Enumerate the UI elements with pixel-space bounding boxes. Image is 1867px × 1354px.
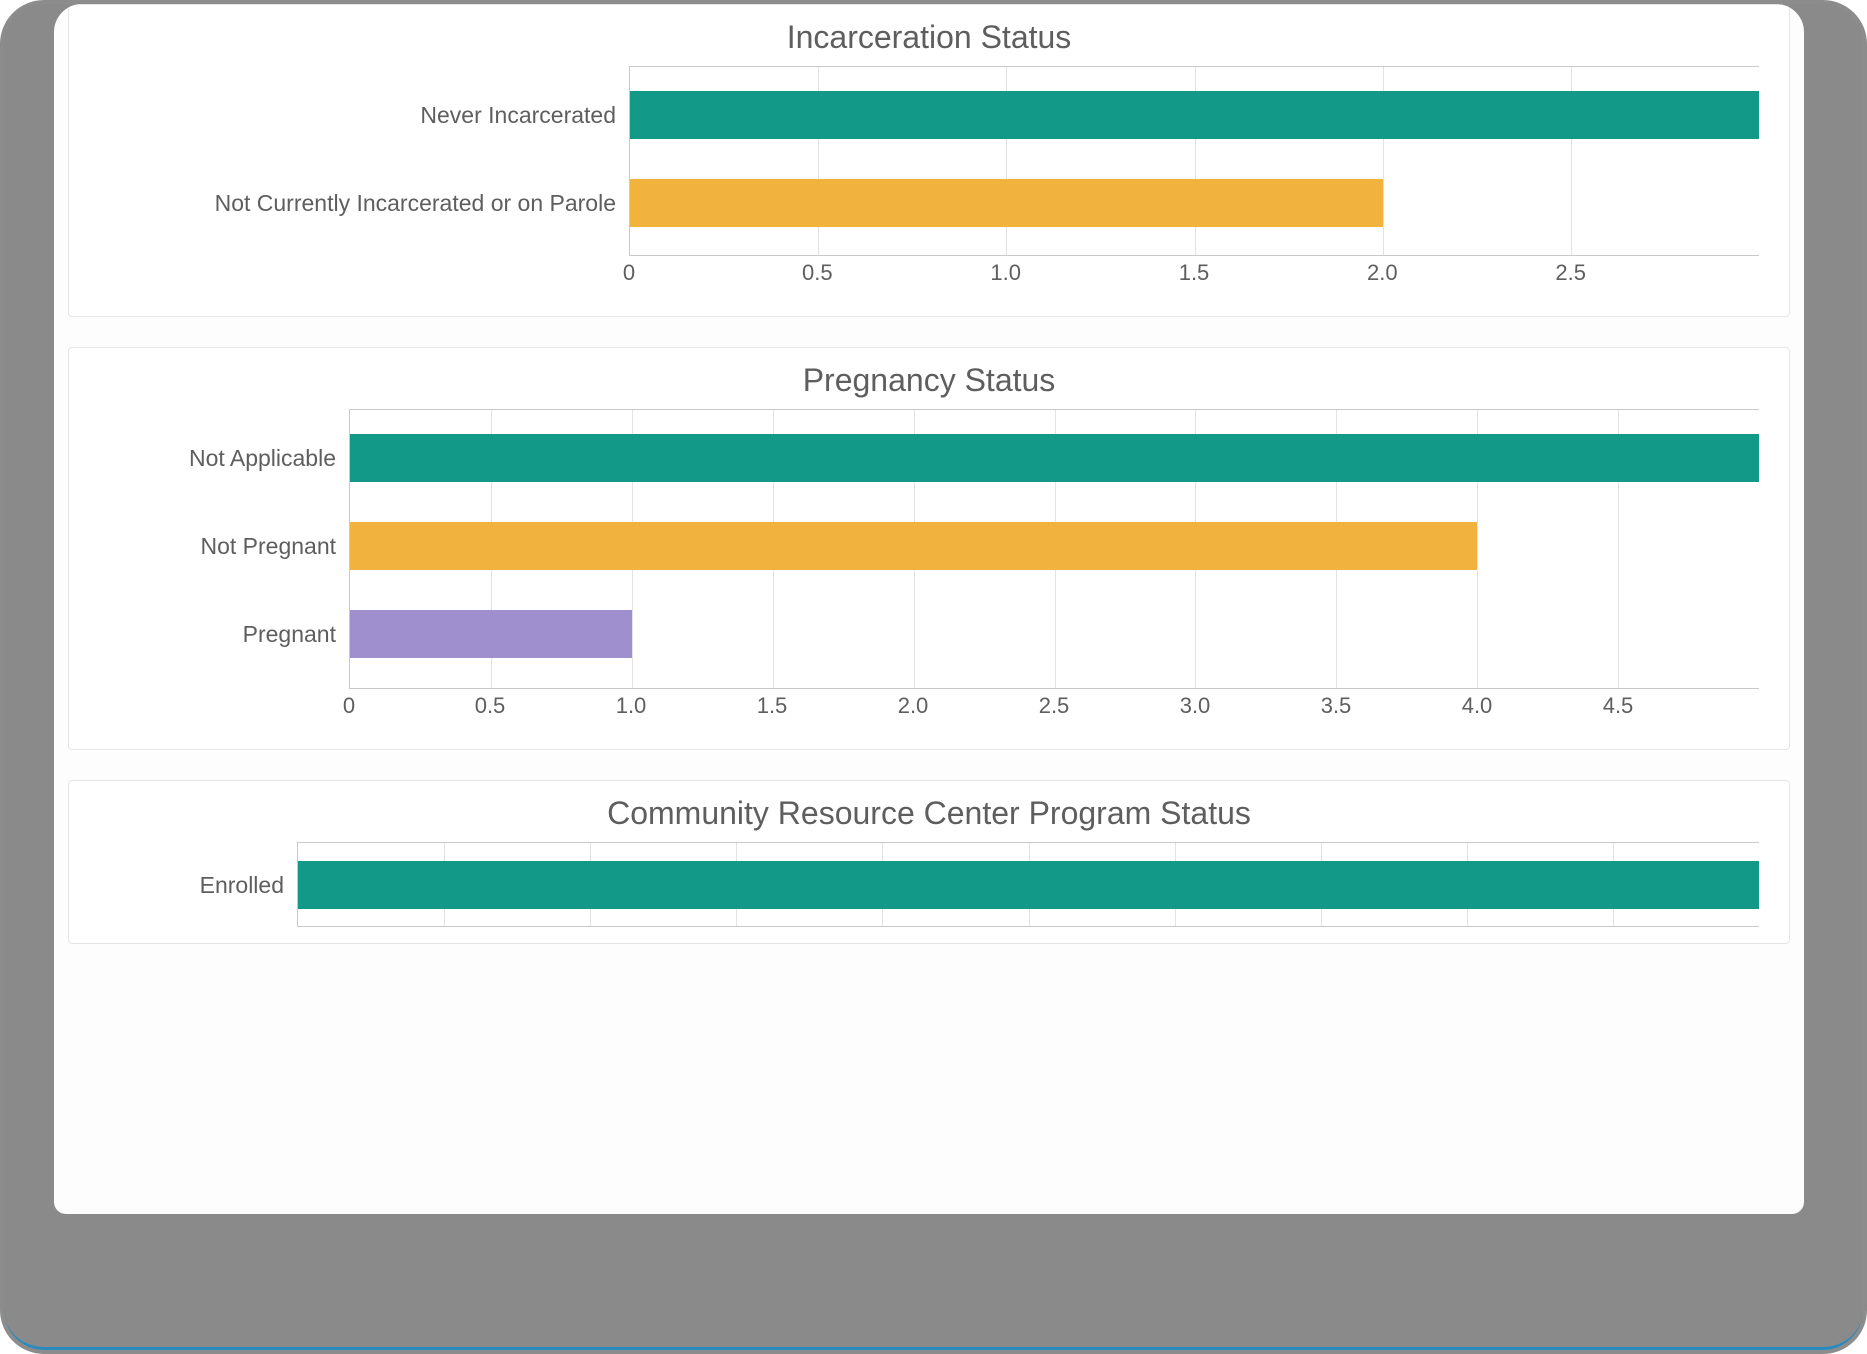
x-axis-cutoff — [297, 927, 1759, 943]
chart-plot-crc[interactable]: Enrolled — [297, 842, 1759, 943]
bar-enrolled[interactable]: Enrolled — [298, 861, 1759, 909]
x-tick: 2.0 — [898, 693, 929, 719]
x-tick: 0 — [623, 260, 635, 286]
chart-card-pregnancy: Pregnancy Status Not Applicable — [68, 347, 1790, 750]
x-tick: 0 — [343, 693, 355, 719]
bar-fill — [350, 610, 632, 658]
x-tick: 1.0 — [990, 260, 1021, 286]
chart-title: Pregnancy Status — [69, 348, 1789, 409]
bar-label: Pregnant — [243, 610, 350, 658]
x-tick: 1.0 — [616, 693, 647, 719]
x-tick: 0.5 — [475, 693, 506, 719]
chart-card-crc: Community Resource Center Program Status… — [68, 780, 1790, 944]
chart-title: Incarceration Status — [69, 5, 1789, 66]
x-tick: 1.5 — [1179, 260, 1210, 286]
x-tick: 2.5 — [1039, 693, 1070, 719]
bar-fill — [630, 91, 1759, 139]
x-axis: 0 0.5 1.0 1.5 2.0 2.5 3.0 3.5 4.0 4.5 — [349, 689, 1759, 729]
bar-label: Never Incarcerated — [420, 91, 630, 139]
dashboard-panel: Incarceration Status Never Incarcerated … — [54, 4, 1804, 1214]
device-frame: Incarceration Status Never Incarcerated … — [0, 0, 1867, 1354]
bar-label: Enrolled — [200, 861, 298, 909]
bar-fill — [350, 434, 1759, 482]
bar-label: Not Applicable — [189, 434, 350, 482]
x-tick: 0.5 — [802, 260, 833, 286]
x-axis: 0 0.5 1.0 1.5 2.0 2.5 — [629, 256, 1759, 296]
bar-fill — [630, 179, 1383, 227]
x-tick: 4.0 — [1462, 693, 1493, 719]
x-tick: 2.5 — [1555, 260, 1586, 286]
bar-fill — [298, 861, 1759, 909]
bar-label: Not Pregnant — [200, 522, 350, 570]
plot-area: Never Incarcerated Not Currently Incarce… — [629, 66, 1759, 256]
plot-area: Enrolled — [297, 842, 1759, 927]
x-tick: 2.0 — [1367, 260, 1398, 286]
chart-card-incarceration: Incarceration Status Never Incarcerated … — [68, 4, 1790, 317]
x-tick: 3.0 — [1180, 693, 1211, 719]
bar-not-pregnant[interactable]: Not Pregnant — [350, 522, 1759, 570]
bar-pregnant[interactable]: Pregnant — [350, 610, 1759, 658]
chart-plot-pregnancy[interactable]: Not Applicable Not Pregnant Pregnant 0 0… — [349, 409, 1759, 729]
bar-label: Not Currently Incarcerated or on Parole — [215, 179, 630, 227]
x-tick: 3.5 — [1321, 693, 1352, 719]
bar-not-currently-incarcerated[interactable]: Not Currently Incarcerated or on Parole — [630, 179, 1759, 227]
x-tick: 4.5 — [1603, 693, 1634, 719]
bar-fill — [350, 522, 1477, 570]
bar-not-applicable[interactable]: Not Applicable — [350, 434, 1759, 482]
chart-title: Community Resource Center Program Status — [69, 781, 1789, 842]
x-tick: 1.5 — [757, 693, 788, 719]
chart-plot-incarceration[interactable]: Never Incarcerated Not Currently Incarce… — [629, 66, 1759, 296]
plot-area: Not Applicable Not Pregnant Pregnant — [349, 409, 1759, 689]
bar-never-incarcerated[interactable]: Never Incarcerated — [630, 91, 1759, 139]
